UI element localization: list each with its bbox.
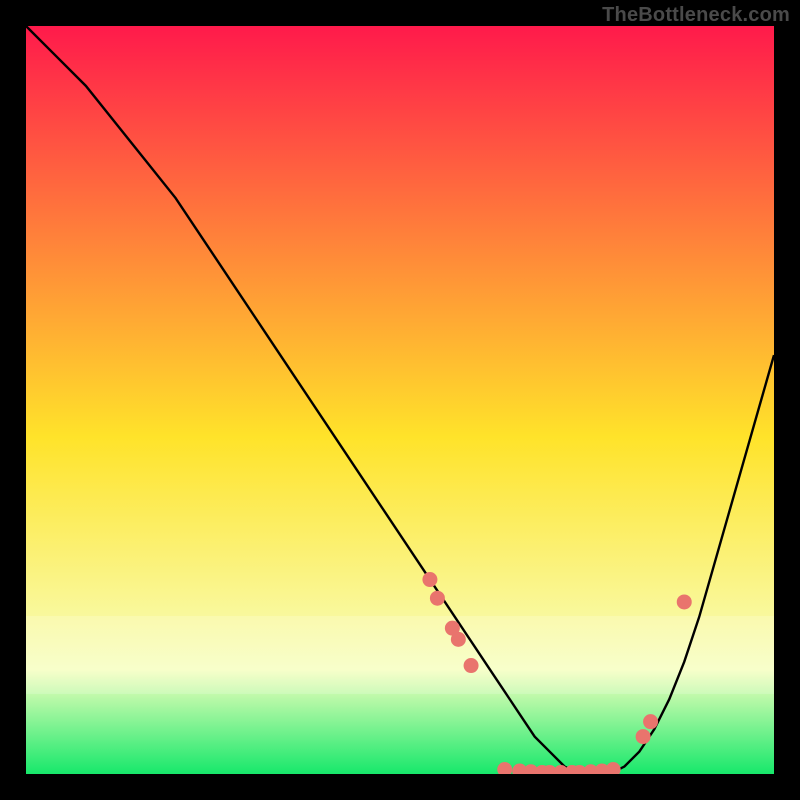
data-marker bbox=[422, 572, 437, 587]
data-marker bbox=[677, 594, 692, 609]
data-marker bbox=[636, 729, 651, 744]
data-marker bbox=[643, 714, 658, 729]
plot-area bbox=[26, 26, 774, 774]
chart-frame: TheBottleneck.com bbox=[0, 0, 800, 800]
pale-haze-band bbox=[26, 616, 774, 694]
data-marker bbox=[451, 632, 466, 647]
chart-svg bbox=[26, 26, 774, 774]
data-marker bbox=[430, 591, 445, 606]
data-marker bbox=[464, 658, 479, 673]
watermark-text: TheBottleneck.com bbox=[602, 4, 790, 27]
